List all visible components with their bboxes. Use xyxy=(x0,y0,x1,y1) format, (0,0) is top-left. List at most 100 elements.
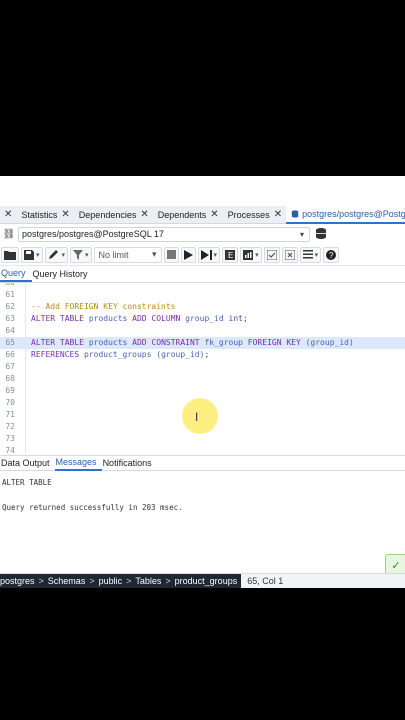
pgadmin-window: ✕ Statistics ✕ Dependencies ✕ Dependents… xyxy=(0,176,405,588)
explain-analyze-button[interactable]: ▾ xyxy=(240,246,262,263)
breadcrumb-item[interactable]: postgres xyxy=(0,576,35,586)
editor-line: 68 xyxy=(0,373,405,385)
save-button[interactable]: ▾ xyxy=(21,246,43,263)
stop-icon xyxy=(166,250,176,259)
breadcrumb: postgres > Schemas > public > Tables > p… xyxy=(0,573,242,588)
link-icon[interactable]: ⛓ xyxy=(0,229,18,240)
tab-query[interactable]: Query xyxy=(0,266,32,282)
tab-dependents[interactable]: Dependents ✕ xyxy=(153,206,223,224)
editor-line: 67 xyxy=(0,361,405,373)
breadcrumb-item[interactable]: Schemas xyxy=(48,576,86,586)
editor-line: 62 -- Add FOREIGN KEY constraints xyxy=(0,301,405,313)
tab-statistics[interactable]: Statistics ✕ xyxy=(16,206,73,224)
connection-value: postgres/postgres@PostgreSQL 17 xyxy=(22,229,164,239)
line-number: 70 xyxy=(5,398,15,407)
play-step-icon xyxy=(200,249,212,260)
execute-button[interactable] xyxy=(180,246,196,263)
chevron-down-icon[interactable]: ▾ xyxy=(295,230,309,239)
sql-code: REFERENCES product_groups (group_id); xyxy=(31,350,210,359)
close-icon[interactable]: ✕ xyxy=(140,209,148,220)
tab-processes[interactable]: Processes ✕ xyxy=(223,206,286,224)
cursor-position: 65, Col 1 xyxy=(247,576,284,586)
close-icon[interactable]: ✕ xyxy=(210,209,218,220)
commit-button[interactable] xyxy=(263,246,280,263)
breadcrumb-separator: > xyxy=(38,576,44,586)
explain-button[interactable]: E xyxy=(222,246,239,263)
breadcrumb-item[interactable]: product_groups xyxy=(175,576,238,586)
message-line: ALTER TABLE xyxy=(2,478,52,487)
editor-line-selected: 65 ALTER TABLE products ADD CONSTRAINT f… xyxy=(0,337,405,349)
breadcrumb-item[interactable]: Tables xyxy=(135,576,161,586)
svg-text:E: E xyxy=(228,251,233,260)
line-number: 73 xyxy=(5,434,15,443)
chart-icon xyxy=(243,249,254,260)
editor-line: 74 xyxy=(0,445,405,454)
line-number: 66 xyxy=(5,350,15,359)
panel-tab-strip: ✕ Statistics ✕ Dependencies ✕ Dependents… xyxy=(0,205,405,224)
close-icon[interactable]: ✕ xyxy=(61,209,69,220)
folder-icon xyxy=(4,250,16,260)
database-icon xyxy=(291,209,299,218)
line-number: 69 xyxy=(5,386,15,395)
pencil-icon xyxy=(48,249,58,259)
line-number: 61 xyxy=(5,290,15,299)
chevron-down-icon[interactable]: ▾ xyxy=(85,251,89,259)
tab-dependencies[interactable]: Dependencies ✕ xyxy=(74,206,153,224)
sql-code: ALTER TABLE products ADD COLUMN group_id… xyxy=(31,314,248,323)
breadcrumb-separator: > xyxy=(89,576,95,586)
rollback-button[interactable] xyxy=(281,246,298,263)
database-stack-icon[interactable] xyxy=(314,227,328,241)
limit-select[interactable]: No limit ▾ xyxy=(93,246,162,263)
tab-label: Statistics xyxy=(21,209,58,220)
line-number: 74 xyxy=(5,446,15,454)
sql-comment: -- Add FOREIGN KEY constraints xyxy=(31,302,176,311)
macros-button[interactable]: ▾ xyxy=(299,246,322,263)
line-number: 65 xyxy=(5,338,15,347)
tab-query-history[interactable]: Query History xyxy=(32,266,94,282)
message-line: Query returned successfully in 203 msec. xyxy=(2,503,183,512)
chevron-down-icon[interactable]: ▾ xyxy=(315,251,319,259)
editor-tabs: Query Query History xyxy=(0,267,405,283)
line-number: 67 xyxy=(5,362,15,371)
tab-notifications[interactable]: Notifications xyxy=(102,455,157,471)
editor-line: 66 REFERENCES product_groups (group_id); xyxy=(0,349,405,361)
edit-button[interactable]: ▾ xyxy=(44,246,69,263)
execute-script-button[interactable]: ▾ xyxy=(197,246,221,263)
line-number: 72 xyxy=(5,422,15,431)
chevron-down-icon[interactable]: ▾ xyxy=(214,251,218,259)
chevron-down-icon[interactable]: ▾ xyxy=(255,251,259,259)
editor-line: 69 xyxy=(0,385,405,397)
tab-label: Dependents xyxy=(157,209,207,220)
tab-data-output[interactable]: Data Output xyxy=(0,455,55,471)
close-icon[interactable]: ✕ xyxy=(4,209,12,220)
save-icon xyxy=(24,249,34,260)
close-icon[interactable]: ✕ xyxy=(274,209,282,220)
text-cursor-icon: I xyxy=(195,410,199,424)
tab-label: postgres/postgres@PostgreSQL xyxy=(302,208,405,219)
tab-truncated[interactable]: ✕ xyxy=(0,206,16,224)
connection-select[interactable]: postgres/postgres@PostgreSQL 17 ▾ xyxy=(18,226,310,242)
chevron-down-icon[interactable]: ▾ xyxy=(36,251,40,259)
line-number: 64 xyxy=(5,326,15,335)
tab-messages[interactable]: Messages xyxy=(54,455,102,471)
stop-button[interactable] xyxy=(163,246,179,263)
editor-line: 61 xyxy=(0,289,405,301)
chevron-down-icon[interactable]: ▾ xyxy=(152,249,157,260)
line-number: 68 xyxy=(5,374,15,383)
help-button[interactable]: ? xyxy=(323,246,340,263)
open-file-button[interactable] xyxy=(1,246,19,263)
chevron-down-icon[interactable]: ▾ xyxy=(62,251,66,259)
editor-line: 64 xyxy=(0,325,405,337)
sql-code: ALTER TABLE products ADD CONSTRAINT fk_g… xyxy=(31,338,354,347)
filter-button[interactable]: ▾ xyxy=(70,246,92,263)
commit-icon xyxy=(266,249,277,260)
line-number: 63 xyxy=(5,314,15,323)
rollback-icon xyxy=(284,249,295,260)
editor-line: 63 ALTER TABLE products ADD COLUMN group… xyxy=(0,313,405,325)
breadcrumb-item[interactable]: public xyxy=(99,576,123,586)
tab-query-tool[interactable]: postgres/postgres@PostgreSQL xyxy=(286,205,405,224)
breadcrumb-separator: > xyxy=(126,576,132,586)
tab-label: Dependencies xyxy=(78,209,137,220)
help-icon: ? xyxy=(326,249,337,260)
breadcrumb-separator: > xyxy=(165,576,171,586)
